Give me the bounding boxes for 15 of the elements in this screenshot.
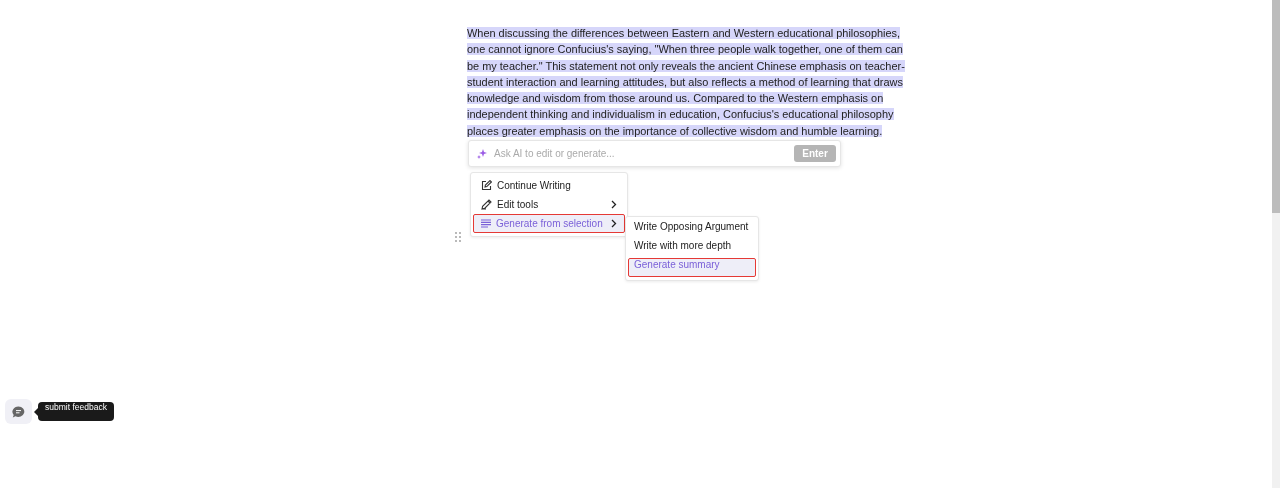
menu-item[interactable]: Write with more depth: [628, 239, 756, 258]
pen-icon: [481, 199, 492, 210]
feedback-button[interactable]: [5, 399, 32, 424]
scrollbar[interactable]: [1272, 0, 1280, 488]
menu-item[interactable]: Generate summary: [628, 258, 756, 277]
edit-icon: [481, 180, 492, 191]
chat-icon: [12, 405, 25, 418]
sparkle-icon: [477, 148, 487, 159]
drag-handle-icon[interactable]: [455, 232, 461, 242]
menu-item[interactable]: Edit tools: [473, 195, 625, 214]
menu-item[interactable]: Generate from selection: [473, 214, 625, 233]
menu-item[interactable]: Continue Writing: [473, 176, 625, 195]
menu-item[interactable]: Write Opposing Argument: [628, 220, 756, 239]
paragraph: When discussing the differences between Eastern and Western educational philosophies, one cannot ignore Confucius's saying, "When three people walk together, one of them can be my teacher." This statement not only reveals the ancient Chinese emphasis on teacher-student interaction and learning attitudes, but also reflects a method of learning that draws knowledge and wisdom from those around us. Compared to the Western emphasis on independent thinking and individualism in education, Confucius's educational philosophy places greater emphasis on the importance of collective wisdom and humble learning.: [467, 26, 905, 139]
text-lines-icon: [481, 219, 491, 228]
